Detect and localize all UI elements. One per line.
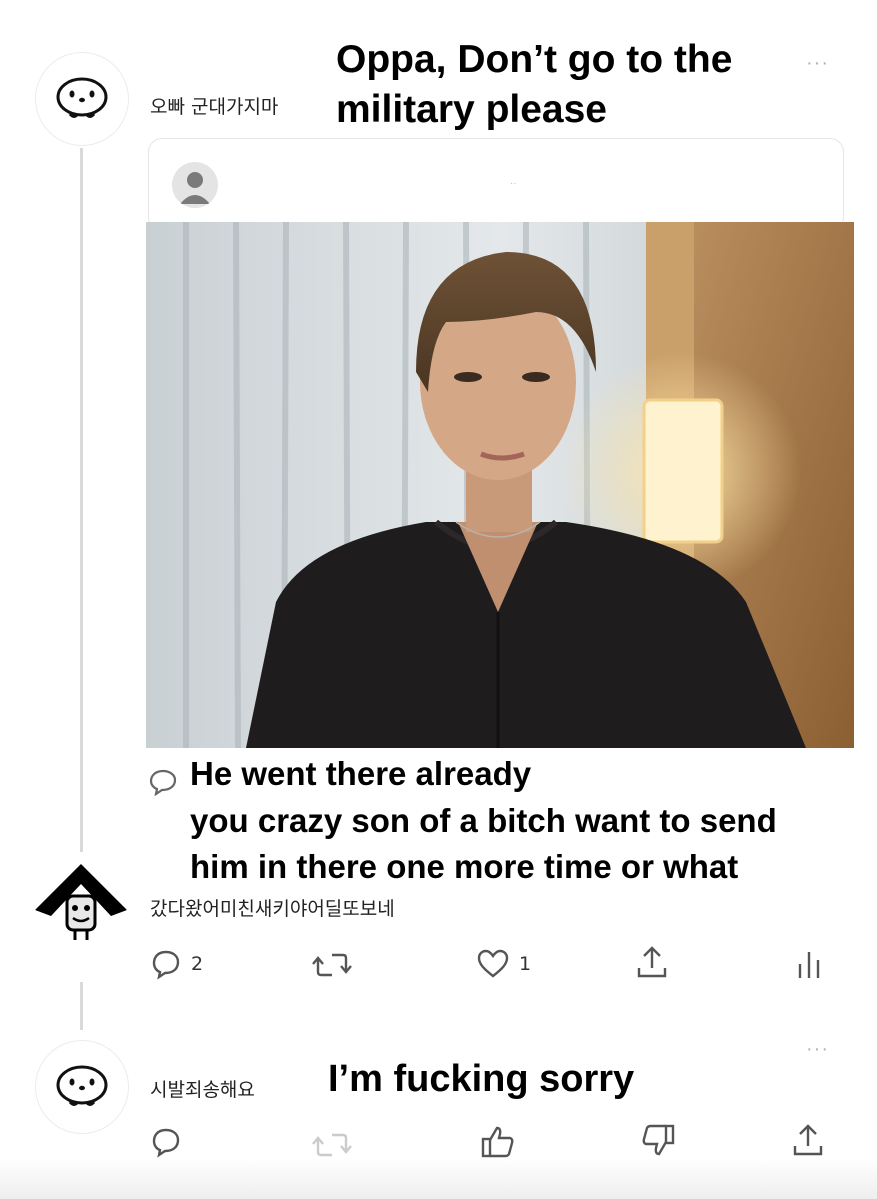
retweet-button[interactable] <box>312 1130 352 1160</box>
post-username[interactable]: 오빠 군대가지마 <box>150 92 278 119</box>
avatar[interactable] <box>35 858 127 950</box>
heart-icon <box>477 949 509 978</box>
share-button[interactable] <box>636 944 668 980</box>
like-button[interactable]: 1 <box>476 948 531 980</box>
avatar[interactable] <box>35 1040 129 1134</box>
share-button[interactable] <box>792 1122 824 1158</box>
quoted-post-card[interactable] <box>148 138 844 231</box>
cute-ghost-icon <box>56 1065 108 1106</box>
post-photo[interactable] <box>146 222 854 748</box>
quoted-post-title: ·· <box>510 178 517 189</box>
repeat-icon <box>312 1133 352 1157</box>
reply1-caption-line-1: He went there already <box>190 755 532 792</box>
repeat-icon <box>312 953 352 977</box>
reply1-caption-line-2: you crazy son of a bitch want to send <box>190 802 777 839</box>
thread-line <box>80 148 83 852</box>
cute-ghost-icon <box>56 77 108 118</box>
share-upload-icon <box>637 946 667 978</box>
more-options-button[interactable]: ··· <box>806 1038 829 1061</box>
like-count: 1 <box>519 953 532 975</box>
default-user-icon <box>180 172 210 204</box>
reply-button[interactable] <box>150 1126 182 1158</box>
reply-button[interactable]: 2 <box>150 948 203 980</box>
retweet-button[interactable] <box>312 950 352 980</box>
thumbs-down-icon <box>642 1124 675 1156</box>
thread-line <box>80 982 83 1030</box>
reply1-caption-line-3: him in there one more time or what <box>190 848 739 885</box>
share-upload-icon <box>793 1124 823 1156</box>
bar-chart-icon <box>798 952 820 978</box>
thumbs-up-icon <box>481 1126 514 1158</box>
reply-count: 2 <box>191 953 204 975</box>
speech-bubble-icon <box>152 1128 180 1158</box>
quoted-avatar[interactable] <box>172 162 218 208</box>
speech-bubble-icon <box>152 950 180 980</box>
post-caption-line-1: Oppa, Don’t go to the <box>336 38 733 81</box>
reply2-caption: I’m fucking sorry <box>328 1058 635 1100</box>
reply2-username[interactable]: 시발죄송해요 <box>150 1075 255 1102</box>
post-caption-line-2: military please <box>336 88 607 131</box>
bottom-fade <box>0 1158 877 1199</box>
avatar[interactable] <box>35 52 129 146</box>
upvote-button[interactable] <box>480 1124 516 1160</box>
meme-character-icon <box>35 864 127 940</box>
reply1-username[interactable]: 갔다왔어미친새키야어딜또보네 <box>150 894 395 921</box>
comment-bubble-icon <box>149 769 177 796</box>
downvote-button[interactable] <box>640 1122 676 1158</box>
more-options-button[interactable]: ··· <box>806 52 829 75</box>
view-stats-button[interactable] <box>796 950 822 980</box>
